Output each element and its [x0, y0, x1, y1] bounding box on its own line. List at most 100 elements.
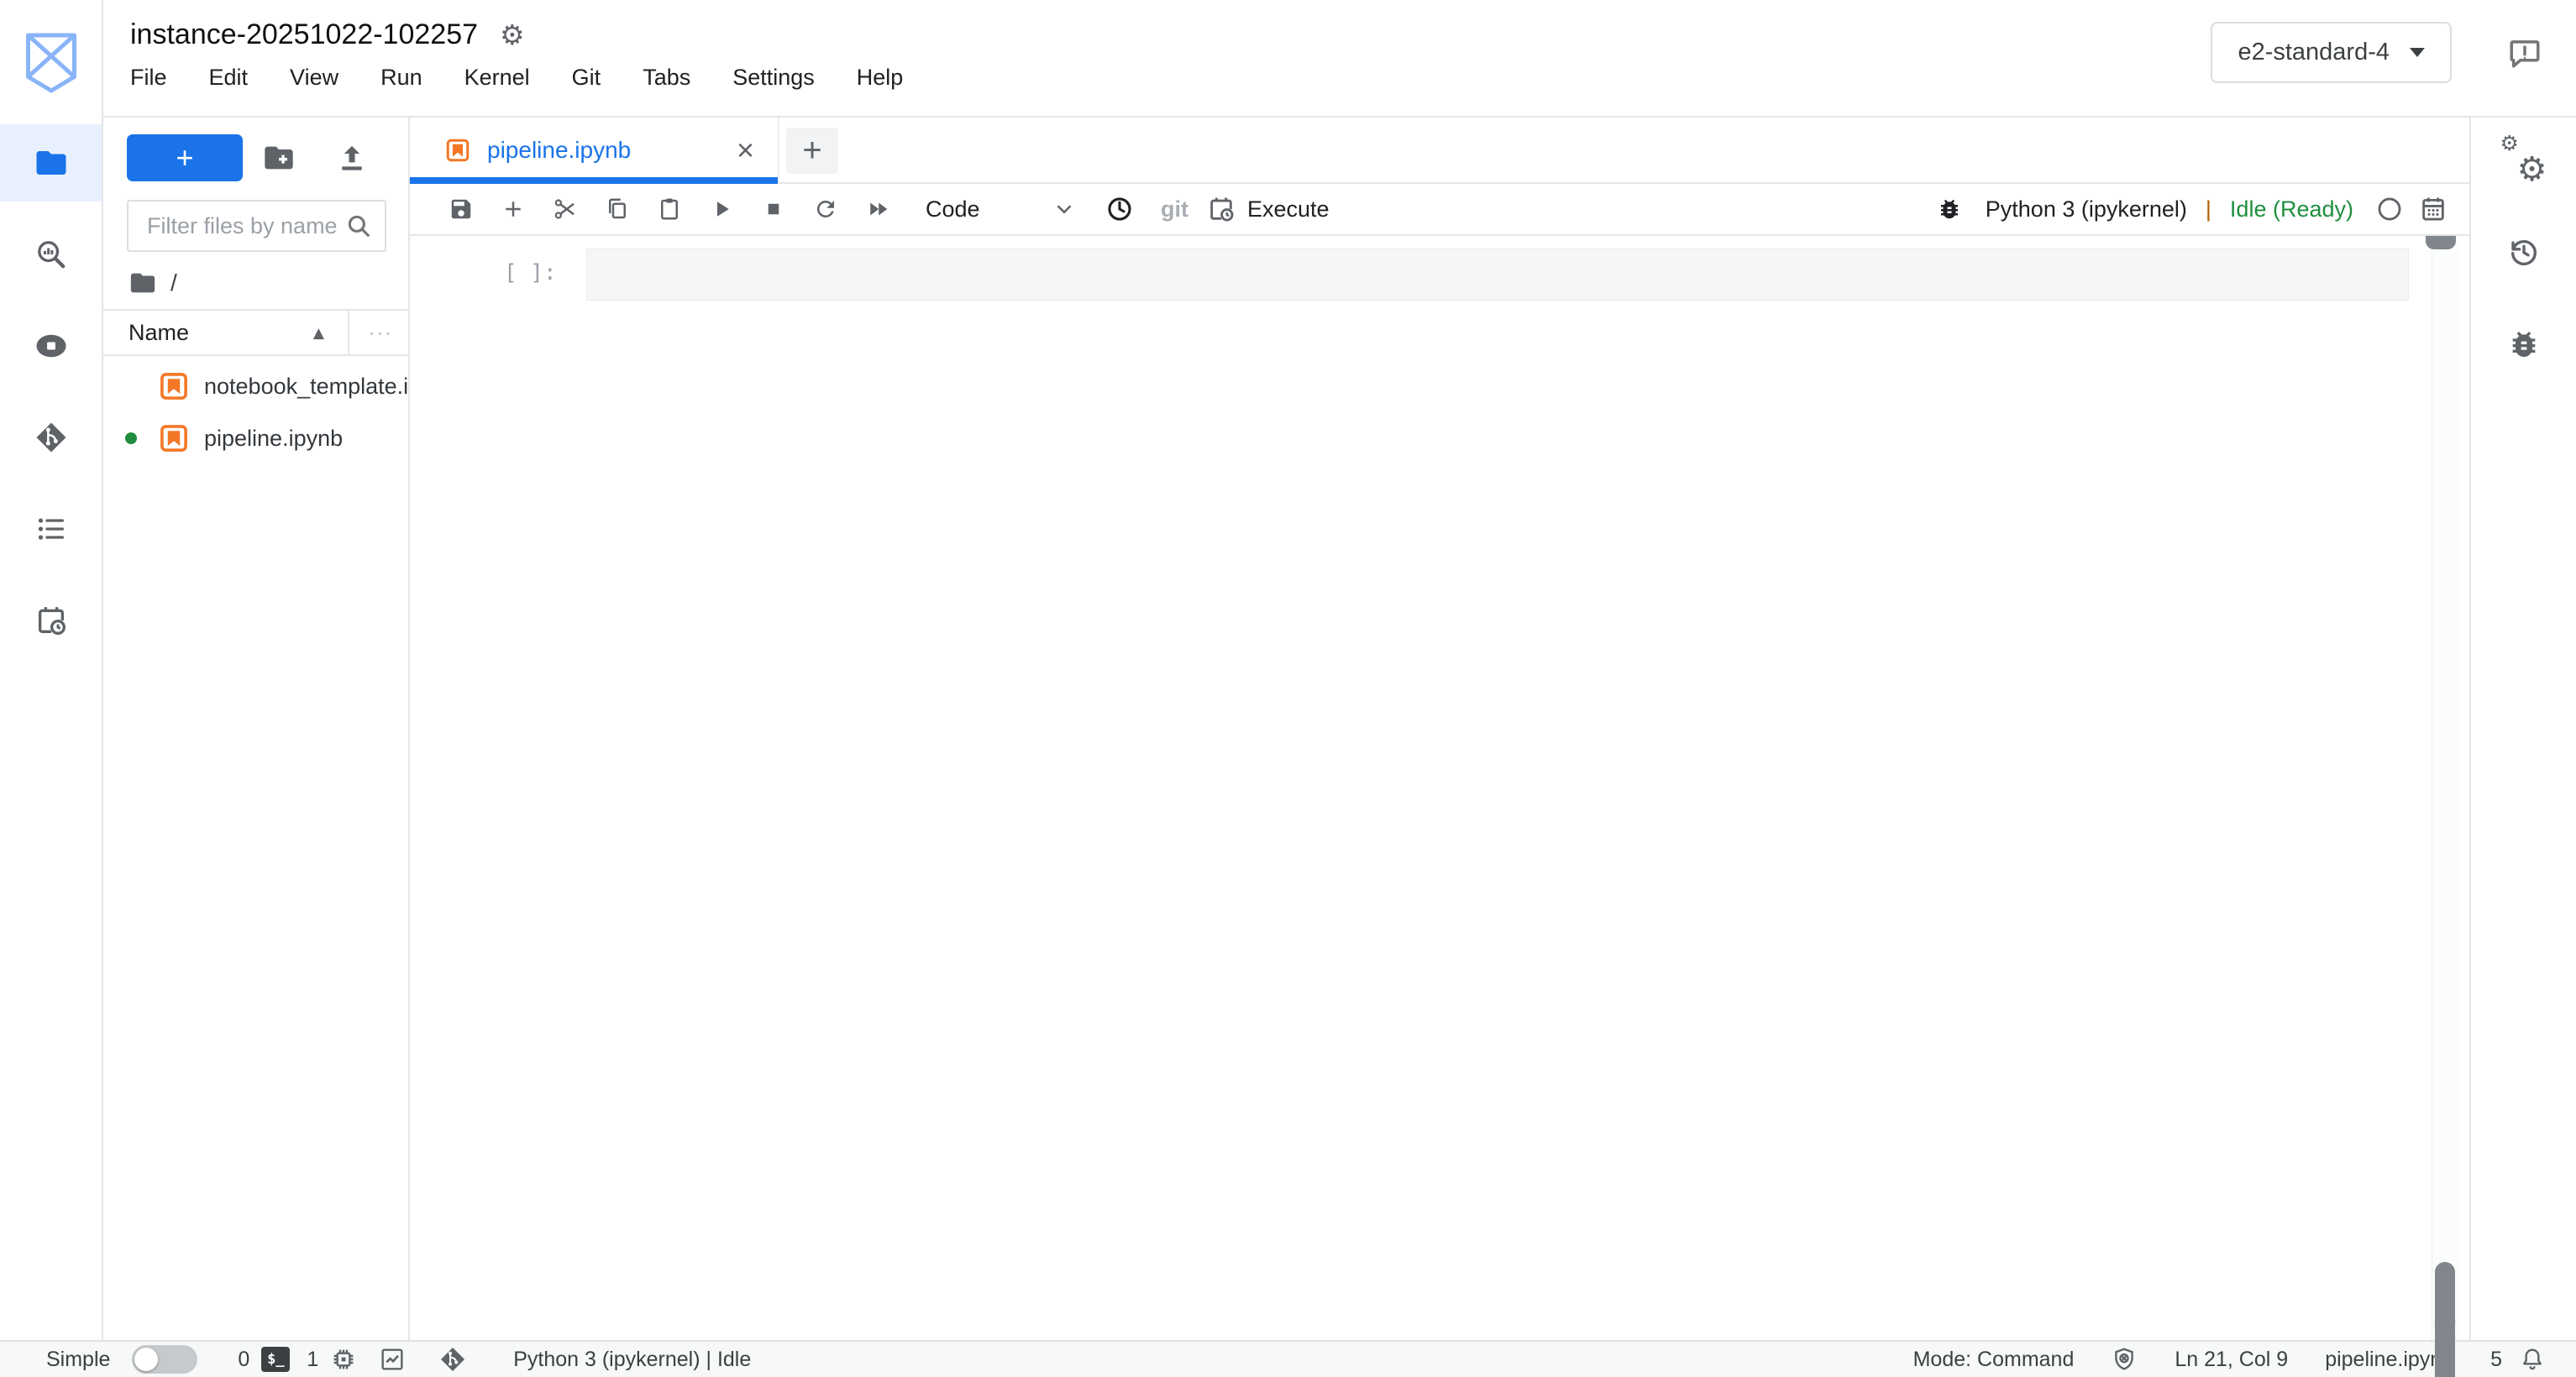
scrollbar-track[interactable] — [2432, 236, 2459, 1340]
gear-icon[interactable]: ⚙ — [500, 21, 525, 49]
menu-help[interactable]: Help — [857, 65, 904, 91]
cut-cells-button[interactable] — [539, 187, 591, 231]
terminal-count-indicator[interactable]: 0 $_ — [238, 1347, 290, 1372]
execute-button[interactable]: Execute — [1207, 195, 1330, 223]
kernel-status[interactable]: Idle (Ready) — [2230, 196, 2353, 223]
upload-icon — [335, 141, 369, 175]
run-cell-button[interactable] — [695, 187, 748, 231]
menu-tabs[interactable]: Tabs — [643, 65, 690, 91]
menu-bar: File Edit View Run Kernel Git Tabs Setti… — [130, 65, 2576, 91]
restart-kernel-button[interactable] — [800, 187, 852, 231]
breadcrumb-root: / — [171, 270, 177, 296]
file-row-pipeline[interactable]: pipeline.ipynb — [103, 416, 408, 460]
git-icon — [439, 1346, 466, 1373]
sort-ascending-icon: ▲ — [313, 325, 324, 342]
file-list: notebook_template.i... pipeline.ipynb — [103, 356, 408, 1340]
kernel-name[interactable]: Python 3 (ipykernel) — [1986, 196, 2187, 223]
tab-pipeline-ipynb[interactable]: pipeline.ipynb × — [417, 118, 779, 182]
kernel-status-text[interactable]: Python 3 (ipykernel) | Idle — [513, 1348, 751, 1372]
breadcrumb[interactable]: / — [129, 269, 408, 297]
menu-file[interactable]: File — [130, 65, 167, 91]
active-tab-underline — [410, 177, 778, 184]
new-launcher-button[interactable]: + — [127, 134, 243, 181]
sidebar-item-table-of-contents[interactable] — [0, 490, 102, 568]
file-filter-input[interactable] — [145, 212, 344, 240]
git-status-indicator[interactable] — [439, 1346, 466, 1373]
mode-indicator: Mode: Command — [1913, 1348, 2075, 1372]
sidebar-item-file-browser[interactable] — [0, 124, 102, 202]
sidebar-item-notebook-jobs[interactable] — [0, 582, 102, 659]
machine-type-dropdown[interactable]: e2-standard-4 — [2211, 22, 2452, 83]
sidebar-item-usage-explorer[interactable] — [0, 216, 102, 293]
file-name: pipeline.ipynb — [204, 426, 343, 452]
scrollbar-thumb[interactable] — [2435, 1262, 2455, 1377]
more-columns-icon[interactable]: ... — [369, 314, 393, 341]
sidebar-item-property-inspector[interactable]: ⚙⚙ — [2502, 124, 2546, 195]
chart-icon — [379, 1346, 406, 1373]
file-browser-panel: + — [103, 118, 410, 1340]
save-icon — [449, 196, 474, 222]
notebook-content: [ ]: — [410, 236, 2469, 1340]
upload-button[interactable] — [316, 141, 389, 175]
trust-shield-icon[interactable] — [2111, 1346, 2138, 1373]
cell-editor[interactable] — [586, 249, 2409, 301]
cursor-position[interactable]: Ln 21, Col 9 — [2175, 1348, 2288, 1372]
menu-view[interactable]: View — [290, 65, 338, 91]
sidebar-item-checkpoints[interactable] — [2507, 217, 2541, 287]
notebook-file-icon — [159, 423, 189, 453]
stop-ellipse-icon — [34, 328, 69, 364]
scrollbar-down-arrow[interactable] — [2434, 1322, 2456, 1333]
performance-monitor[interactable] — [379, 1346, 406, 1373]
menu-run[interactable]: Run — [380, 65, 422, 91]
notifications[interactable]: 5 — [2490, 1346, 2546, 1373]
file-row-notebook-template[interactable]: notebook_template.i... — [103, 364, 408, 408]
save-button[interactable] — [435, 187, 487, 231]
bug-icon — [2507, 327, 2541, 361]
restart-run-all-button[interactable] — [852, 187, 904, 231]
menu-git[interactable]: Git — [572, 65, 601, 91]
menu-edit[interactable]: Edit — [209, 65, 249, 91]
bug-icon[interactable] — [1937, 196, 1962, 222]
name-column-header[interactable]: Name ▲ ... — [103, 309, 408, 356]
kernel-busy-indicator-icon — [2375, 195, 2404, 223]
chip-icon — [330, 1346, 357, 1373]
new-folder-button[interactable] — [243, 141, 316, 175]
menu-kernel[interactable]: Kernel — [464, 65, 530, 91]
schedule-button[interactable] — [1094, 187, 1146, 231]
status-bar: Simple 0 $_ 1 Python — [0, 1340, 2576, 1377]
interrupt-kernel-button[interactable] — [748, 187, 800, 231]
close-icon[interactable]: × — [732, 135, 759, 165]
plus-icon — [501, 196, 526, 222]
file-name: notebook_template.i... — [204, 374, 408, 400]
chevron-down-icon — [2410, 48, 2425, 57]
calendar-grid-icon[interactable] — [2419, 195, 2447, 223]
tab-label: pipeline.ipynb — [487, 137, 732, 164]
left-sidebar-nav — [0, 124, 102, 673]
code-cell[interactable]: [ ]: — [410, 249, 2469, 301]
menu-settings[interactable]: Settings — [732, 65, 815, 91]
workspace: pipeline.ipynb × + — [410, 118, 2469, 1340]
cell-type-dropdown[interactable]: Code — [926, 196, 1077, 223]
top-header: instance-20251022-102257 ⚙ File Edit Vie… — [103, 0, 2576, 118]
running-kernel-dot — [125, 432, 137, 444]
toggle-knob — [134, 1348, 158, 1371]
jupyterlab-app: instance-20251022-102257 ⚙ File Edit Vie… — [0, 0, 2576, 1377]
fast-forward-icon — [865, 196, 890, 222]
search-icon — [344, 212, 373, 240]
calendar-clock-icon — [1207, 195, 1236, 223]
simple-mode-toggle[interactable] — [132, 1345, 197, 1374]
insert-cell-button[interactable] — [487, 187, 539, 231]
new-tab-button[interactable]: + — [786, 128, 838, 174]
left-activity-bar — [0, 0, 103, 1340]
scrollbar-up-handle[interactable] — [2426, 236, 2456, 249]
kernel-count-indicator[interactable]: 1 — [307, 1346, 357, 1373]
sidebar-item-debugger[interactable] — [2507, 309, 2541, 380]
git-toolbar-label[interactable]: git — [1161, 196, 1188, 223]
execute-label: Execute — [1247, 196, 1330, 223]
feedback-icon[interactable] — [2507, 35, 2542, 71]
sidebar-item-running-sessions[interactable] — [0, 307, 102, 385]
copy-icon — [605, 196, 630, 222]
paste-cells-button[interactable] — [643, 187, 695, 231]
copy-cells-button[interactable] — [591, 187, 643, 231]
sidebar-item-git[interactable] — [0, 399, 102, 476]
